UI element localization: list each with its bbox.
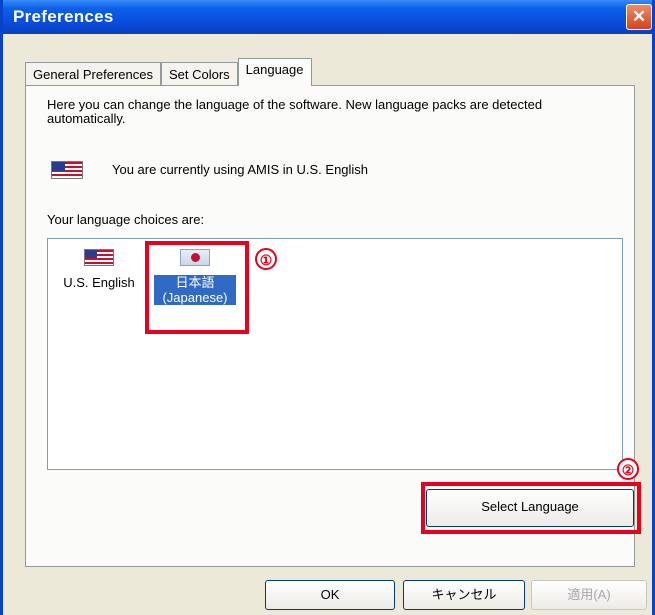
cancel-button[interactable]: キャンセル	[403, 580, 525, 610]
intro-text: Here you can change the language of the …	[47, 97, 543, 126]
tab-set-colors[interactable]: Set Colors	[160, 62, 238, 86]
tab-general-preferences[interactable]: General Preferences	[25, 62, 161, 86]
apply-button[interactable]: 適用(A)	[531, 580, 647, 610]
us-flag-icon	[51, 161, 83, 179]
language-item-us-english[interactable]: U.S. English	[54, 249, 144, 290]
title-bar[interactable]: Preferences ✕	[3, 0, 652, 34]
current-language-text: You are currently using AMIS in U.S. Eng…	[112, 162, 369, 177]
language-listbox[interactable]: U.S. English 日本語 (Japanese)	[47, 238, 623, 470]
window-title: Preferences	[13, 7, 114, 26]
language-label: U.S. English	[63, 275, 135, 290]
tab-strip: General Preferences Set Colors Language	[25, 58, 312, 86]
annotation-box-2	[421, 482, 641, 534]
annotation-box-1	[145, 241, 249, 334]
tab-language[interactable]: Language	[237, 58, 312, 86]
choices-label: Your language choices are:	[47, 212, 205, 227]
us-flag-icon	[84, 249, 114, 266]
annotation-marker-2: ②	[617, 458, 639, 480]
close-button[interactable]: ✕	[626, 4, 652, 30]
annotation-marker-1: ①	[255, 248, 277, 270]
preferences-window: Preferences ✕ General Preferences Set Co…	[0, 0, 655, 615]
close-icon: ✕	[631, 7, 647, 26]
ok-button[interactable]: OK	[265, 580, 395, 610]
